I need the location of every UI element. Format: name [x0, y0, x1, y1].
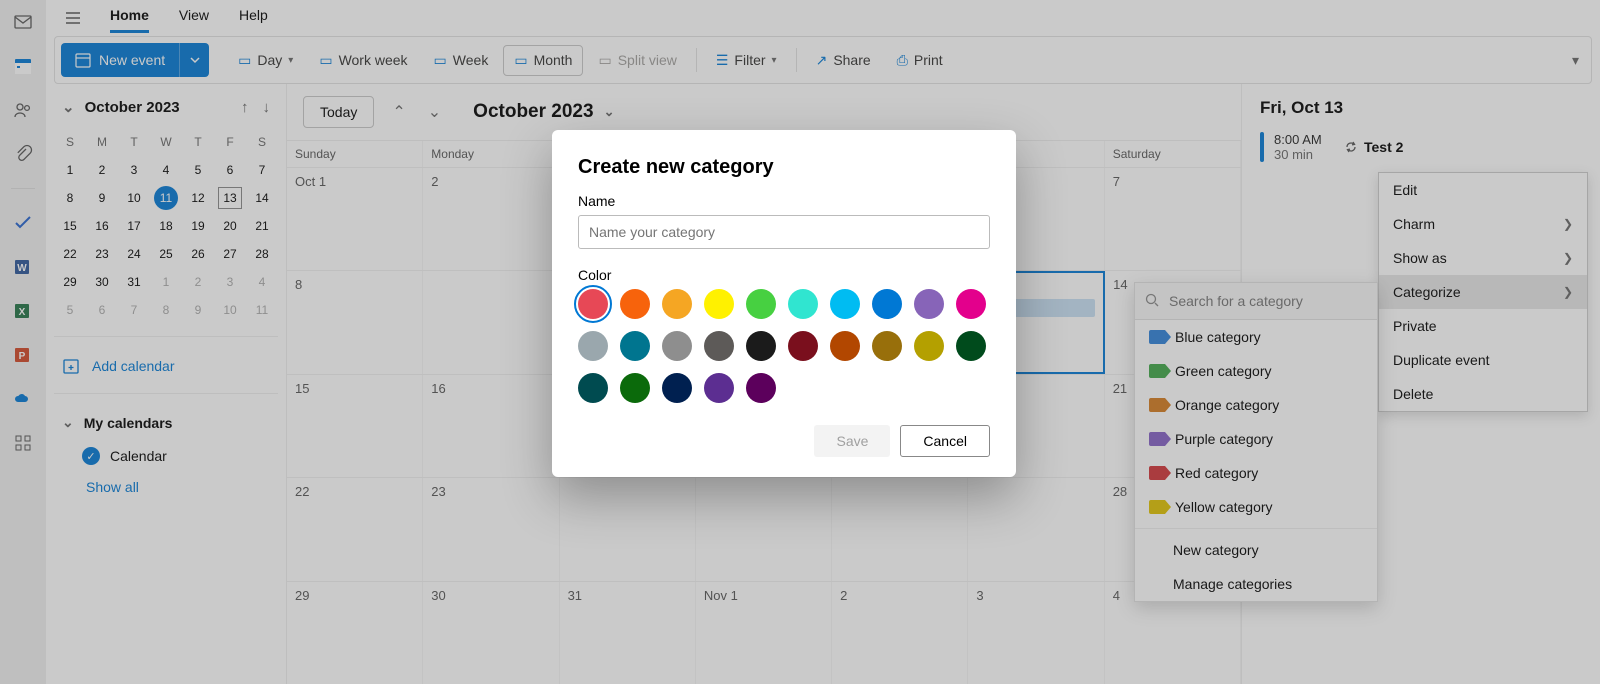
- color-swatch[interactable]: [746, 289, 776, 319]
- color-swatch[interactable]: [662, 331, 692, 361]
- color-swatch[interactable]: [914, 289, 944, 319]
- color-swatch[interactable]: [788, 289, 818, 319]
- color-swatch[interactable]: [620, 331, 650, 361]
- color-swatch[interactable]: [704, 373, 734, 403]
- color-swatch[interactable]: [620, 373, 650, 403]
- color-swatch[interactable]: [662, 373, 692, 403]
- color-swatch[interactable]: [956, 331, 986, 361]
- name-field-label: Name: [578, 193, 990, 209]
- color-swatch[interactable]: [956, 289, 986, 319]
- color-swatch[interactable]: [662, 289, 692, 319]
- color-swatch[interactable]: [872, 289, 902, 319]
- color-swatch-grid: [578, 289, 990, 403]
- color-swatch[interactable]: [578, 373, 608, 403]
- color-swatch[interactable]: [788, 331, 818, 361]
- cancel-button[interactable]: Cancel: [900, 425, 990, 457]
- color-swatch[interactable]: [620, 289, 650, 319]
- color-swatch[interactable]: [914, 331, 944, 361]
- color-swatch[interactable]: [746, 331, 776, 361]
- color-swatch[interactable]: [830, 331, 860, 361]
- color-swatch[interactable]: [830, 289, 860, 319]
- category-name-input[interactable]: [578, 215, 990, 249]
- color-swatch[interactable]: [872, 331, 902, 361]
- color-swatch[interactable]: [704, 331, 734, 361]
- color-swatch[interactable]: [746, 373, 776, 403]
- dialog-title: Create new category: [578, 156, 990, 179]
- color-swatch[interactable]: [704, 289, 734, 319]
- color-swatch[interactable]: [578, 331, 608, 361]
- color-swatch[interactable]: [578, 289, 608, 319]
- create-category-dialog: Create new category Name Color Save Canc…: [552, 130, 1016, 477]
- color-field-label: Color: [578, 267, 990, 283]
- save-button[interactable]: Save: [814, 425, 890, 457]
